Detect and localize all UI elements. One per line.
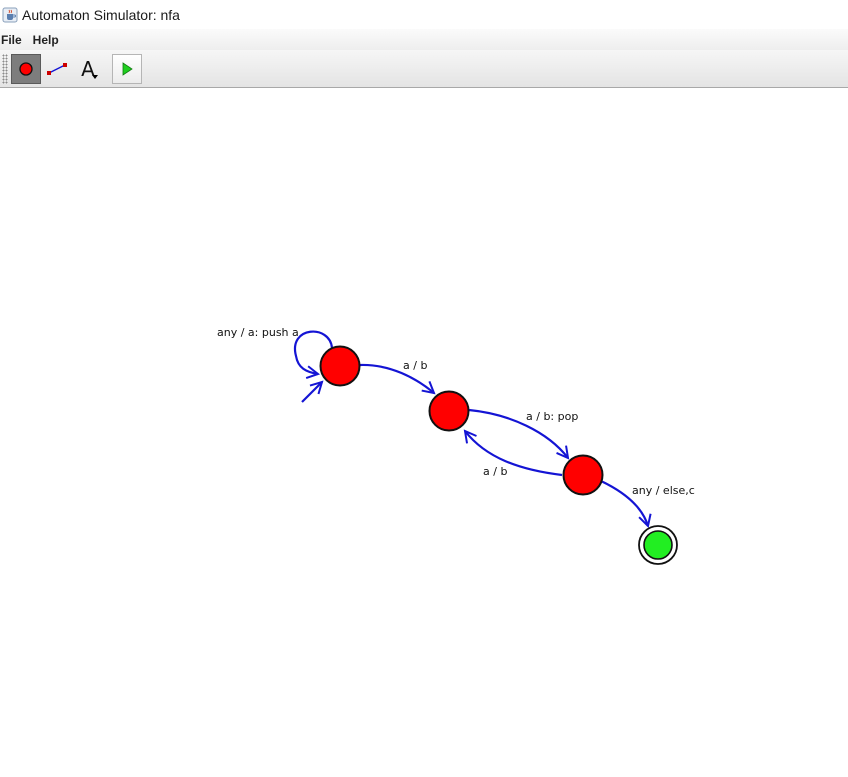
- state-q1[interactable]: [428, 390, 470, 432]
- label-q0-self: any / a: push a: [217, 326, 299, 339]
- label-q1-q2: a / b: pop: [526, 410, 578, 423]
- label-q2-q1: a / b: [483, 465, 507, 478]
- java-cup-icon: [2, 7, 18, 23]
- state-tool-button[interactable]: [11, 53, 41, 84]
- menu-bar: File Help: [0, 29, 848, 50]
- label-q2-q3: any / else,c: [632, 484, 695, 497]
- menu-help[interactable]: Help: [29, 33, 66, 47]
- play-button[interactable]: [112, 53, 142, 84]
- dropdown-arrow-icon[interactable]: [92, 74, 98, 79]
- automaton-diagram: any / a: push a a / b a / b: pop a / b a…: [217, 326, 695, 565]
- state-q2[interactable]: [562, 454, 604, 496]
- toolbar: A: [0, 50, 848, 88]
- menu-file[interactable]: File: [0, 33, 29, 47]
- automaton-canvas[interactable]: any / a: push a a / b a / b: pop a / b a…: [0, 88, 848, 777]
- toolbar-grip[interactable]: [2, 53, 8, 84]
- play-triangle-icon: [122, 61, 133, 76]
- label-q0-q1: a / b: [403, 359, 427, 372]
- start-arrow: [301, 382, 322, 403]
- transition-tool-button[interactable]: [42, 54, 72, 84]
- text-tool-button[interactable]: A: [73, 54, 103, 84]
- title-bar: Automaton Simulator: nfa: [0, 0, 848, 29]
- transition-line-icon: [47, 62, 67, 75]
- state-q3-accepting[interactable]: [638, 525, 678, 565]
- red-circle-icon: [19, 61, 33, 76]
- state-q0[interactable]: [319, 345, 361, 387]
- window-title: Automaton Simulator: nfa: [22, 6, 180, 23]
